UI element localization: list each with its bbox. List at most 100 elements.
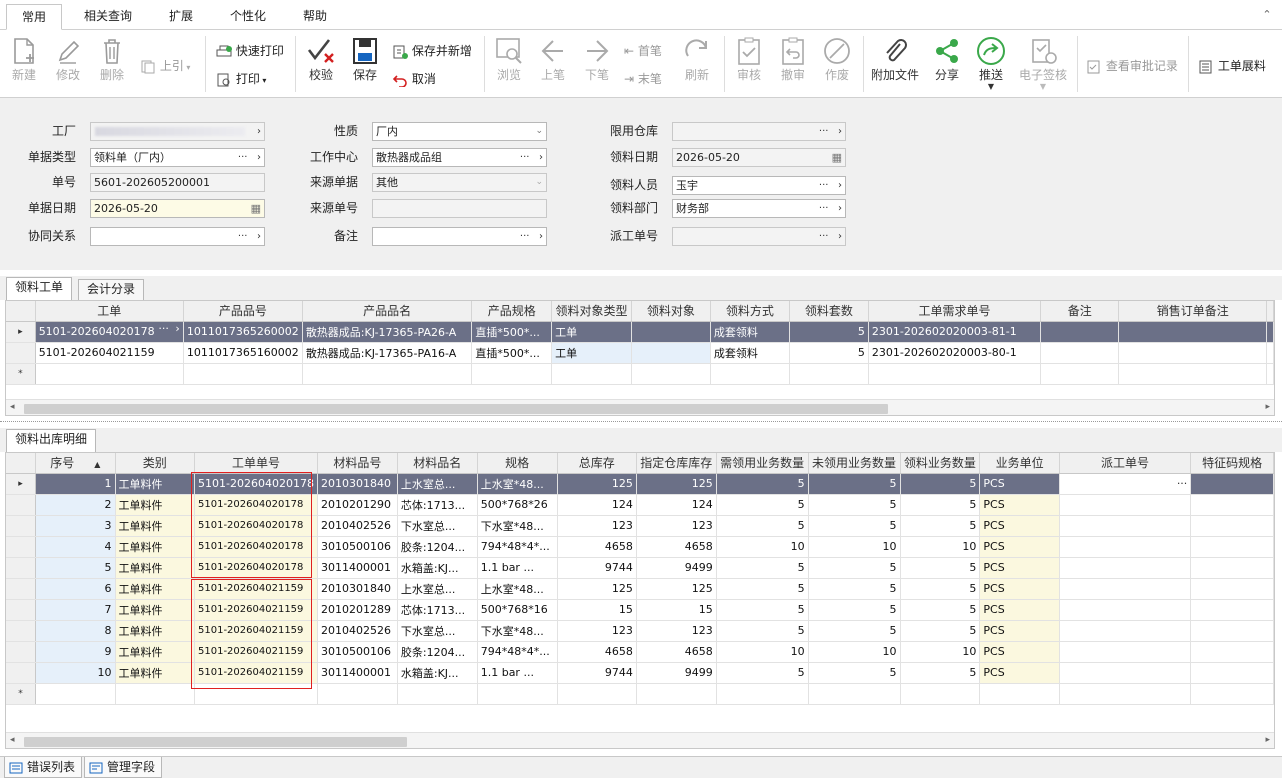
cell-total[interactable]: 15 xyxy=(557,599,637,621)
cell-seq[interactable]: 3 xyxy=(35,515,116,537)
edit-button[interactable]: 修改 xyxy=(50,36,86,83)
cell-need[interactable]: 5 xyxy=(716,578,809,600)
empty-cell[interactable] xyxy=(900,683,981,705)
cell-need[interactable]: 5 xyxy=(716,557,809,579)
cell-total[interactable]: 4658 xyxy=(557,641,637,663)
cell-qty[interactable]: 5 xyxy=(900,578,981,600)
cell-seq[interactable]: 6 xyxy=(35,578,116,600)
cell-spec[interactable]: 上水室*48... xyxy=(477,578,558,600)
workcenter-field[interactable]: 散热器成品组 ··· › xyxy=(372,148,547,167)
empty-cell[interactable] xyxy=(808,683,901,705)
ellipsis-button[interactable]: ··· xyxy=(238,152,248,163)
empty-cell[interactable] xyxy=(477,683,558,705)
row-marker[interactable] xyxy=(6,641,37,663)
srcno-field[interactable] xyxy=(372,199,547,218)
docdate-field[interactable]: 2026-05-20 ▦ xyxy=(90,199,265,218)
cell-wh[interactable]: 4658 xyxy=(636,641,717,663)
cell-unit[interactable]: PCS xyxy=(979,641,1060,663)
cell-unpicked[interactable]: 5 xyxy=(808,662,901,684)
empty-cell[interactable] xyxy=(302,363,473,385)
share-button[interactable]: 分享 xyxy=(928,36,966,83)
cell-seq[interactable]: 2 xyxy=(35,494,116,516)
next-record-button[interactable]: 下笔 xyxy=(578,36,616,83)
empty-cell[interactable] xyxy=(979,683,1060,705)
check-button[interactable]: 校验 xyxy=(302,36,340,83)
cell-wh[interactable]: 9499 xyxy=(636,557,717,579)
column-header[interactable]: 产品规格 xyxy=(471,301,553,322)
table-row[interactable]: 8 工单料件 5101-202604021159 2010402526 下水室总... 下… xyxy=(6,620,1274,642)
nature-select[interactable]: 厂内 ⌄ xyxy=(372,122,547,141)
cell-dispatch[interactable] xyxy=(1059,641,1192,663)
new-button[interactable]: 新建 xyxy=(6,36,42,83)
pane-splitter[interactable] xyxy=(0,421,1282,425)
table-row[interactable]: 9 工单料件 5101-202604021159 3010500106 胶条:1204.… xyxy=(6,641,1274,663)
cell-wh[interactable]: 125 xyxy=(636,473,717,495)
calendar-icon[interactable]: ▦ xyxy=(832,149,842,166)
cell-wh[interactable]: 4658 xyxy=(636,536,717,558)
cell-cat[interactable]: 工单料件 xyxy=(115,599,196,621)
cell-qty[interactable]: 5 xyxy=(900,473,981,495)
cell-unpicked[interactable]: 5 xyxy=(808,515,901,537)
cell-cat[interactable]: 工单料件 xyxy=(115,641,196,663)
column-header[interactable]: 产品品号 xyxy=(183,301,303,322)
cell-dispatch[interactable] xyxy=(1059,494,1192,516)
column-header[interactable]: 备注 xyxy=(1040,301,1120,322)
table-row[interactable]: 2 工单料件 5101-202604020178 2010201290 芯体:1713.… xyxy=(6,494,1274,516)
arrow-button[interactable]: › xyxy=(539,231,543,242)
cell-feature[interactable] xyxy=(1190,641,1274,663)
empty-cell[interactable] xyxy=(1190,683,1274,705)
esign-button[interactable]: 电子签核 ▼ xyxy=(1016,36,1070,91)
cell-feature[interactable] xyxy=(1190,620,1274,642)
cell-code[interactable]: 1011017365260002 xyxy=(183,321,303,343)
collab-field[interactable]: ··· › xyxy=(90,227,265,246)
prev-record-button[interactable]: 上笔 xyxy=(534,36,572,83)
row-marker[interactable] xyxy=(6,620,37,642)
cell-wo[interactable]: 5101-202604021159 xyxy=(194,578,318,600)
cell-need[interactable]: 5 xyxy=(716,620,809,642)
cell-wo[interactable]: 5101-202604020178 xyxy=(194,536,318,558)
cell-qty[interactable]: 5 xyxy=(900,662,981,684)
table-row[interactable]: 5 工单料件 5101-202604020178 3011400001 水箱盖:KJ..… xyxy=(6,557,1274,579)
cell-obj[interactable] xyxy=(631,342,711,364)
empty-cell[interactable] xyxy=(631,363,711,385)
delete-button[interactable]: 删除 xyxy=(94,36,130,83)
cell-cat[interactable]: 工单料件 xyxy=(115,578,196,600)
cell-feature[interactable] xyxy=(1190,578,1274,600)
cell-name[interactable]: 上水室总... xyxy=(397,473,478,495)
table-row[interactable]: ▸ 5101-202604020178 ··· › 1011017365260002 散热… xyxy=(6,321,1274,343)
cell-remark[interactable] xyxy=(1040,342,1120,364)
cell-code[interactable]: 2010402526 xyxy=(317,515,398,537)
cell-need[interactable]: 5 xyxy=(716,662,809,684)
arrow-button[interactable]: › xyxy=(838,126,842,137)
cell-name[interactable]: 下水室总... xyxy=(397,620,478,642)
refresh-button[interactable]: 刷新 xyxy=(678,36,716,83)
new-row[interactable]: * xyxy=(6,363,1274,385)
ellipsis-button[interactable]: ··· xyxy=(520,231,530,242)
cell-code[interactable]: 3011400001 xyxy=(317,557,398,579)
cell-cat[interactable]: 工单料件 xyxy=(115,515,196,537)
tab-common[interactable]: 常用 xyxy=(6,4,62,30)
cell-sets[interactable]: 5 xyxy=(789,321,869,343)
column-header[interactable]: 工单单号 xyxy=(194,453,318,474)
cell-wo[interactable]: 5101-202604020178 xyxy=(194,515,318,537)
warehouse-field[interactable]: ··· › xyxy=(672,122,846,141)
cell-unpicked[interactable]: 5 xyxy=(808,578,901,600)
cell-qty[interactable]: 10 xyxy=(900,641,981,663)
ellipsis-button[interactable]: ··· xyxy=(819,231,829,242)
cell-unit[interactable]: PCS xyxy=(979,557,1060,579)
column-header[interactable]: 领料业务数量 xyxy=(900,453,981,474)
cell-name[interactable]: 下水室总... xyxy=(397,515,478,537)
cell-feature[interactable] xyxy=(1190,515,1274,537)
cell-code[interactable]: 2010301840 xyxy=(317,578,398,600)
cell-feature[interactable] xyxy=(1190,473,1274,495)
cell-need[interactable]: 5 xyxy=(716,515,809,537)
column-header[interactable]: 序号 ▲ xyxy=(35,453,116,474)
save-button[interactable]: 保存 xyxy=(346,36,384,83)
cell-total[interactable]: 9744 xyxy=(557,557,637,579)
cell-wo[interactable]: 5101-202604021159 xyxy=(194,641,318,663)
void-button[interactable]: 作废 xyxy=(818,36,856,83)
cell-code[interactable]: 2010201290 xyxy=(317,494,398,516)
cell-spec[interactable]: 500*768*16 xyxy=(477,599,558,621)
row-marker[interactable] xyxy=(6,557,37,579)
table-row[interactable]: 7 工单料件 5101-202604021159 2010201289 芯体:1713.… xyxy=(6,599,1274,621)
